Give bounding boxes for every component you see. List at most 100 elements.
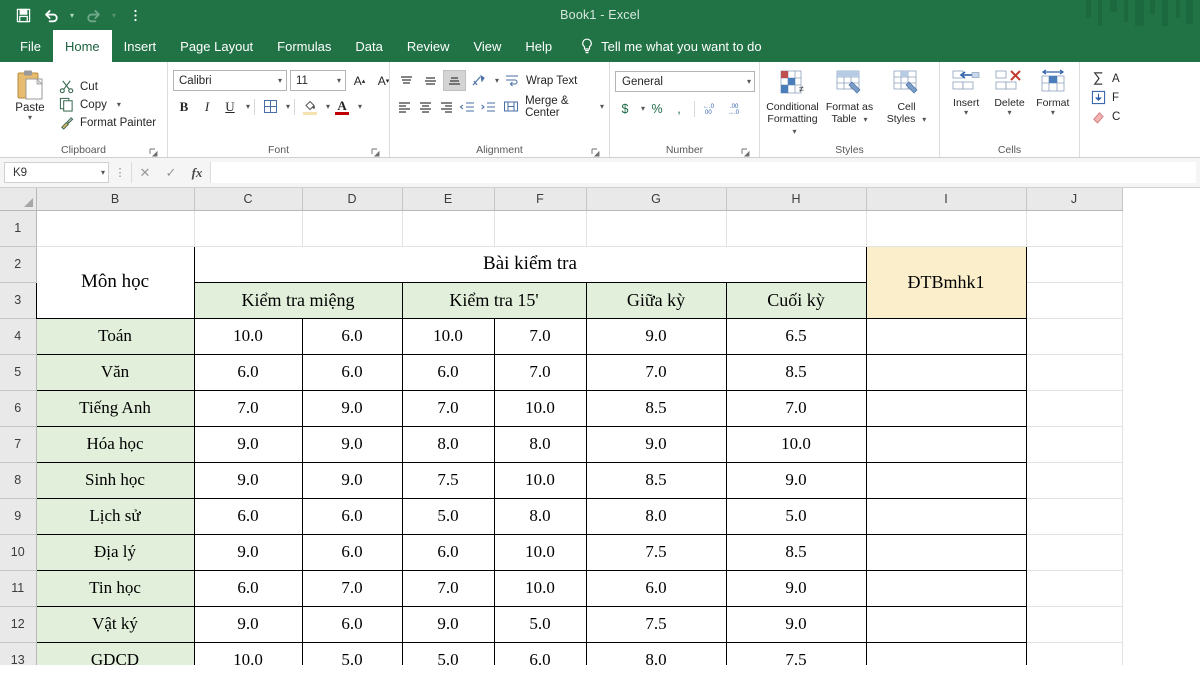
cell-E6[interactable]: 7.0 <box>402 390 494 426</box>
column-header-F[interactable]: F <box>494 188 586 210</box>
row-header-10[interactable]: 10 <box>0 534 36 570</box>
cell-H1[interactable] <box>726 210 866 246</box>
cell-D10[interactable]: 6.0 <box>302 534 402 570</box>
clear-button[interactable]: C <box>1091 109 1195 124</box>
align-top-button[interactable] <box>395 70 418 91</box>
cell-F1[interactable] <box>494 210 586 246</box>
borders-button[interactable] <box>259 96 281 117</box>
number-format-select[interactable]: General ▾ <box>615 71 755 92</box>
tab-review[interactable]: Review <box>395 30 462 62</box>
autosum-button[interactable]: A <box>1091 71 1195 86</box>
number-dialog-launcher-icon[interactable] <box>741 148 750 157</box>
cut-button[interactable]: Cut <box>59 79 162 94</box>
cell-I11[interactable] <box>866 570 1026 606</box>
cell-H6[interactable]: 7.0 <box>726 390 866 426</box>
column-header-I[interactable]: I <box>866 188 1026 210</box>
row-header-2[interactable]: 2 <box>0 246 36 282</box>
cell-G6[interactable]: 8.5 <box>586 390 726 426</box>
row-header-6[interactable]: 6 <box>0 390 36 426</box>
cell-subheader-oral[interactable]: Kiểm tra miệng <box>194 282 402 318</box>
name-box-dropdown-icon[interactable]: ▾ <box>101 168 105 177</box>
cell-C13[interactable]: 10.0 <box>194 642 302 665</box>
tab-view[interactable]: View <box>461 30 513 62</box>
cell-subject-13[interactable]: GDCD <box>36 642 194 665</box>
tab-home[interactable]: Home <box>53 30 112 62</box>
column-header-D[interactable]: D <box>302 188 402 210</box>
cell-G1[interactable] <box>586 210 726 246</box>
cell-C9[interactable]: 6.0 <box>194 498 302 534</box>
cell-D8[interactable]: 9.0 <box>302 462 402 498</box>
cancel-icon[interactable]: ✕ <box>132 162 158 183</box>
cell-C7[interactable]: 9.0 <box>194 426 302 462</box>
cell-subject-6[interactable]: Tiếng Anh <box>36 390 194 426</box>
cell-C5[interactable]: 6.0 <box>194 354 302 390</box>
borders-dropdown-icon[interactable]: ▾ <box>286 102 290 111</box>
cell-F4[interactable]: 7.0 <box>494 318 586 354</box>
cell-E12[interactable]: 9.0 <box>402 606 494 642</box>
cell-subject-9[interactable]: Lịch sử <box>36 498 194 534</box>
undo-icon[interactable] <box>38 3 64 27</box>
cell-E7[interactable]: 8.0 <box>402 426 494 462</box>
column-header-J[interactable]: J <box>1026 188 1122 210</box>
clipboard-dialog-launcher-icon[interactable] <box>149 148 158 157</box>
percent-format-button[interactable]: % <box>647 98 667 119</box>
tab-help[interactable]: Help <box>513 30 564 62</box>
align-right-button[interactable] <box>437 96 457 117</box>
conditional-formatting-button[interactable]: ≠ Conditional Formatting ▾ <box>765 66 820 143</box>
paste-button[interactable]: Paste ▾ <box>5 66 55 143</box>
cell-G5[interactable]: 7.0 <box>586 354 726 390</box>
cell-J4[interactable] <box>1026 318 1122 354</box>
cell-B1[interactable] <box>36 210 194 246</box>
format-as-table-button[interactable]: Format as Table ▾ <box>822 66 877 143</box>
cell-G10[interactable]: 7.5 <box>586 534 726 570</box>
font-name-input[interactable]: Calibri ▾ <box>173 70 287 91</box>
column-header-E[interactable]: E <box>402 188 494 210</box>
merge-center-button[interactable]: Merge & Center ▾ <box>499 96 604 117</box>
cell-subject-12[interactable]: Vật ký <box>36 606 194 642</box>
cell-H7[interactable]: 10.0 <box>726 426 866 462</box>
align-left-button[interactable] <box>395 96 415 117</box>
cell-D4[interactable]: 6.0 <box>302 318 402 354</box>
cell-H11[interactable]: 9.0 <box>726 570 866 606</box>
cell-F9[interactable]: 8.0 <box>494 498 586 534</box>
select-all-corner[interactable] <box>0 188 36 210</box>
cell-J9[interactable] <box>1026 498 1122 534</box>
cell-C1[interactable] <box>194 210 302 246</box>
cell-E13[interactable]: 5.0 <box>402 642 494 665</box>
tell-me-search[interactable]: Tell me what you want to do <box>564 30 771 62</box>
cell-styles-button[interactable]: Cell Styles ▾ <box>879 66 934 143</box>
cell-F11[interactable]: 10.0 <box>494 570 586 606</box>
cell-E8[interactable]: 7.5 <box>402 462 494 498</box>
underline-button[interactable]: U <box>219 96 241 117</box>
row-header-7[interactable]: 7 <box>0 426 36 462</box>
comma-format-button[interactable]: , <box>669 98 689 119</box>
font-dialog-launcher-icon[interactable] <box>371 148 380 157</box>
column-header-B[interactable]: B <box>36 188 194 210</box>
formula-input[interactable] <box>211 162 1196 183</box>
row-header-13[interactable]: 13 <box>0 642 36 665</box>
cell-F12[interactable]: 5.0 <box>494 606 586 642</box>
cell-H4[interactable]: 6.5 <box>726 318 866 354</box>
row-header-4[interactable]: 4 <box>0 318 36 354</box>
format-cells-button[interactable]: Format ▾ <box>1032 66 1074 143</box>
cell-H12[interactable]: 9.0 <box>726 606 866 642</box>
row-header-8[interactable]: 8 <box>0 462 36 498</box>
font-color-dropdown-icon[interactable]: ▾ <box>358 102 362 111</box>
cell-D6[interactable]: 9.0 <box>302 390 402 426</box>
cell-F5[interactable]: 7.0 <box>494 354 586 390</box>
cell-average-header[interactable]: ĐTBmhk1 <box>866 246 1026 318</box>
cell-G4[interactable]: 9.0 <box>586 318 726 354</box>
cell-G11[interactable]: 6.0 <box>586 570 726 606</box>
cell-D7[interactable]: 9.0 <box>302 426 402 462</box>
align-middle-button[interactable] <box>419 70 442 91</box>
wrap-text-button[interactable]: Wrap Text <box>500 70 577 91</box>
cell-group-header[interactable]: Bài kiểm tra <box>194 246 866 282</box>
accounting-dropdown-icon[interactable]: ▾ <box>641 104 645 113</box>
tab-page-layout[interactable]: Page Layout <box>168 30 265 62</box>
cell-H8[interactable]: 9.0 <box>726 462 866 498</box>
align-center-button[interactable] <box>416 96 436 117</box>
tab-insert[interactable]: Insert <box>112 30 169 62</box>
paste-dropdown-icon[interactable]: ▾ <box>28 114 32 122</box>
cell-H5[interactable]: 8.5 <box>726 354 866 390</box>
fill-color-button[interactable] <box>299 96 321 117</box>
